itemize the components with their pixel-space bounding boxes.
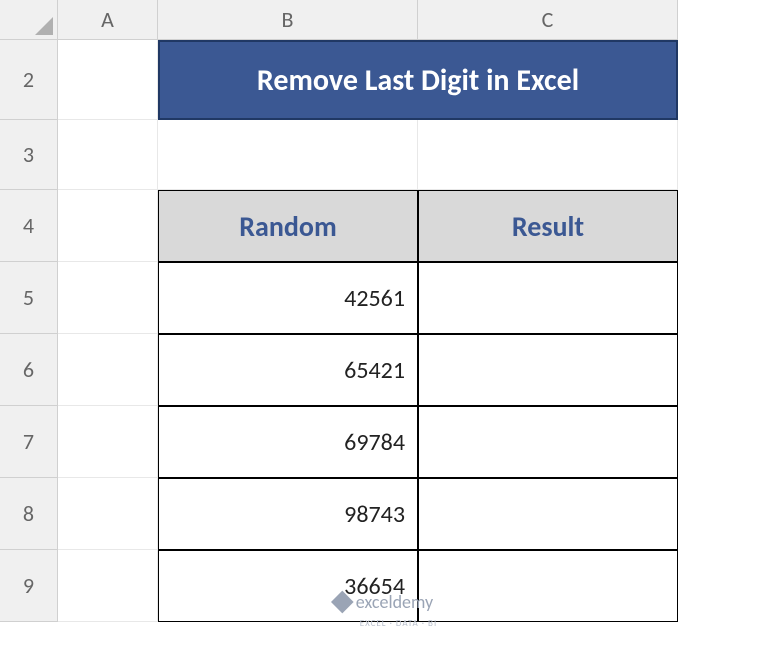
cell-a6[interactable] [58,334,158,406]
row-header-5[interactable]: 5 [0,262,58,334]
cell-a5[interactable] [58,262,158,334]
cell-c7[interactable] [418,406,678,478]
cell-a9[interactable] [58,550,158,622]
col-header-b[interactable]: B [158,0,418,40]
cell-c6[interactable] [418,334,678,406]
select-all-corner[interactable] [0,0,58,40]
cell-c9[interactable] [418,550,678,622]
cell-b8[interactable]: 98743 [158,478,418,550]
cell-c3[interactable] [418,120,678,190]
watermark-text: exceldemy [356,591,433,613]
cell-a3[interactable] [58,120,158,190]
row-header-8[interactable]: 8 [0,478,58,550]
cell-c5[interactable] [418,262,678,334]
watermark-sub: EXCEL · DATA · BI [360,618,437,629]
row-header-4[interactable]: 4 [0,190,58,262]
cell-a2[interactable] [58,40,158,120]
watermark-logo-icon [330,591,353,614]
cell-a7[interactable] [58,406,158,478]
cell-b7[interactable]: 69784 [158,406,418,478]
title-cell[interactable]: Remove Last Digit in Excel [158,40,678,120]
col-header-c[interactable]: C [418,0,678,40]
cell-a4[interactable] [58,190,158,262]
col-header-a[interactable]: A [58,0,158,40]
row-header-2[interactable]: 2 [0,40,58,120]
cell-b3[interactable] [158,120,418,190]
cell-b5[interactable]: 42561 [158,262,418,334]
table-header-random[interactable]: Random [158,190,418,262]
row-header-7[interactable]: 7 [0,406,58,478]
cell-a8[interactable] [58,478,158,550]
cell-b6[interactable]: 65421 [158,334,418,406]
watermark: exceldemy [334,591,433,613]
spreadsheet-grid[interactable]: A B C 2 Remove Last Digit in Excel 3 4 R… [0,0,767,622]
cell-c8[interactable] [418,478,678,550]
table-header-result[interactable]: Result [418,190,678,262]
row-header-9[interactable]: 9 [0,550,58,622]
row-header-6[interactable]: 6 [0,334,58,406]
row-header-3[interactable]: 3 [0,120,58,190]
